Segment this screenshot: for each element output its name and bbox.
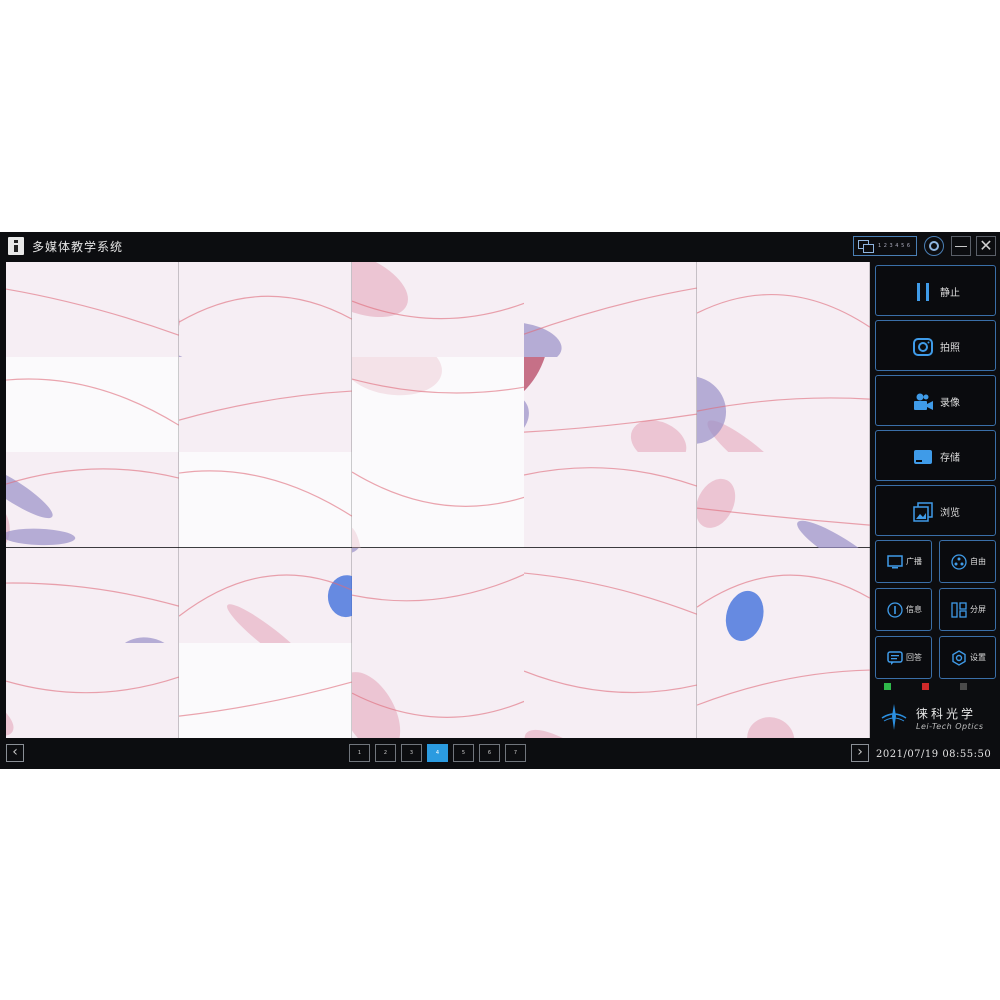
camera-icon <box>913 338 933 356</box>
pagination: 1234567 <box>349 744 526 762</box>
photo-button[interactable]: 拍照 <box>875 320 996 371</box>
datetime-display: 2021/07/19 08:55:50 <box>876 749 992 760</box>
page-button-3[interactable]: 3 <box>401 744 422 762</box>
image-tile[interactable] <box>178 547 352 643</box>
image-tile[interactable] <box>697 642 870 738</box>
pause-icon <box>917 283 929 301</box>
image-tile[interactable] <box>351 547 525 643</box>
image-tile[interactable] <box>351 357 525 453</box>
status-dot-idle <box>960 683 967 690</box>
storage-button[interactable]: 存储 <box>875 430 996 481</box>
image-tile[interactable] <box>524 452 698 548</box>
answer-button[interactable]: 回答 <box>875 636 932 679</box>
close-button[interactable]: ✕ <box>976 236 996 256</box>
image-tile[interactable] <box>697 547 870 643</box>
minimize-button[interactable] <box>951 236 971 256</box>
page-button-6[interactable]: 6 <box>479 744 500 762</box>
gallery-icon <box>913 502 933 522</box>
status-dot-record <box>922 683 929 690</box>
brand-logo: 徕科光学 Lei-Tech Optics <box>880 702 996 736</box>
message-icon <box>887 651 903 665</box>
record-button[interactable]: 录像 <box>875 375 996 426</box>
settings-button[interactable]: 设置 <box>939 636 996 679</box>
app-logo-icon <box>8 237 24 255</box>
network-icon <box>951 554 967 570</box>
minimize-icon <box>955 245 967 247</box>
settings-icon <box>952 650 966 666</box>
pause-button[interactable]: 静止 <box>875 265 996 316</box>
prev-page-button[interactable]: ‹ <box>6 744 24 762</box>
image-tile[interactable] <box>524 642 698 738</box>
app-title: 多媒体教学系统 <box>32 240 124 254</box>
title-bar: 多媒体教学系统 1 2 3 4 5 6 ✕ <box>0 232 1000 260</box>
image-tile[interactable] <box>6 642 179 738</box>
storage-icon <box>914 450 932 464</box>
image-tile[interactable] <box>178 262 352 358</box>
app-window: 多媒体教学系统 1 2 3 4 5 6 ✕ 静止 拍照 录像 存储 浏览 广播 … <box>0 232 1000 769</box>
image-tile[interactable] <box>6 262 179 358</box>
image-tile[interactable] <box>524 357 698 453</box>
status-dot-online <box>884 683 891 690</box>
image-tile[interactable] <box>351 642 525 738</box>
image-tile[interactable] <box>178 452 352 548</box>
image-tile[interactable] <box>6 547 179 643</box>
image-tile[interactable] <box>524 262 698 358</box>
image-tile[interactable] <box>697 262 870 358</box>
broadcast-button[interactable]: 广播 <box>875 540 932 583</box>
screen-switch-button[interactable]: 1 2 3 4 5 6 <box>853 236 917 256</box>
info-button[interactable]: 信息 <box>875 588 932 631</box>
free-mode-button[interactable]: 自由 <box>939 540 996 583</box>
next-page-button[interactable]: › <box>851 744 869 762</box>
page-button-5[interactable]: 5 <box>453 744 474 762</box>
image-tile[interactable] <box>178 642 352 738</box>
image-tile[interactable] <box>178 357 352 453</box>
image-tile[interactable] <box>6 357 179 453</box>
page-button-2[interactable]: 2 <box>375 744 396 762</box>
image-tile[interactable] <box>6 452 179 548</box>
info-icon <box>887 602 903 618</box>
brand-mark-icon <box>881 704 907 730</box>
page-button-4[interactable]: 4 <box>427 744 448 762</box>
image-tile[interactable] <box>697 452 870 548</box>
image-tile[interactable] <box>697 357 870 453</box>
screens-icon <box>858 240 874 253</box>
image-tile[interactable] <box>351 262 525 358</box>
split-icon <box>951 602 967 618</box>
page-button-1[interactable]: 1 <box>349 744 370 762</box>
monitor-icon <box>887 555 903 569</box>
page-button-7[interactable]: 7 <box>505 744 526 762</box>
image-tile[interactable] <box>351 452 525 548</box>
video-camera-icon <box>914 393 933 410</box>
microscope-image-grid <box>6 262 870 738</box>
screens-label: 1 2 3 4 5 6 <box>878 243 911 249</box>
browse-button[interactable]: 浏览 <box>875 485 996 536</box>
status-indicators <box>875 682 996 692</box>
settings-icon[interactable] <box>924 236 944 256</box>
image-tile[interactable] <box>524 547 698 643</box>
split-screen-button[interactable]: 分屏 <box>939 588 996 631</box>
